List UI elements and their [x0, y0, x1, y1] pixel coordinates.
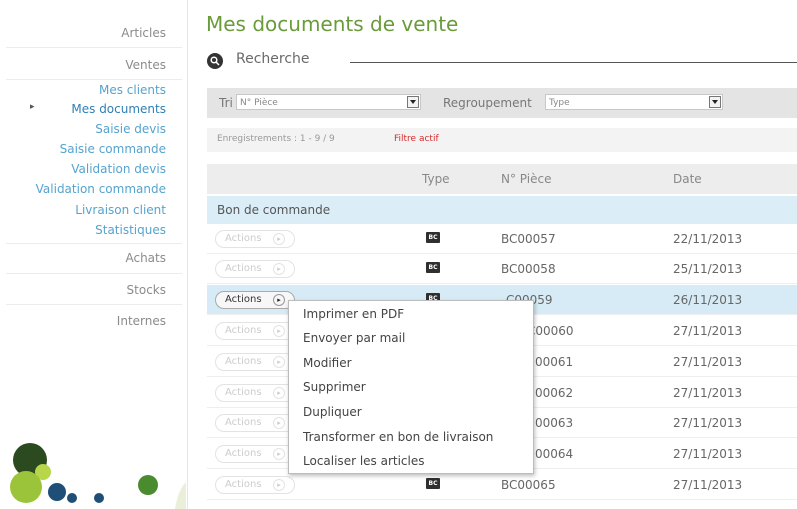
- regroupement-select-value: Type: [549, 98, 570, 108]
- sidebar-item-saisie-devis[interactable]: Saisie devis: [95, 122, 166, 136]
- search-toggle-label[interactable]: Recherche: [236, 51, 310, 67]
- cell-piece: 00061: [535, 355, 574, 369]
- chevron-right-icon: ▸: [273, 479, 285, 491]
- cell-date: 27/11/2013: [673, 386, 743, 400]
- cell-piece: 00064: [535, 447, 574, 461]
- tri-select-value: N° Pièce: [240, 98, 278, 108]
- cell-date: 27/11/2013: [673, 355, 743, 369]
- actions-label: Actions: [225, 294, 262, 305]
- sidebar-item-ventes[interactable]: Ventes: [125, 58, 166, 72]
- menu-item-dupliquer[interactable]: Dupliquer: [303, 405, 362, 419]
- column-header-type[interactable]: Type: [422, 172, 450, 186]
- menu-item-envoyer-mail[interactable]: Envoyer par mail: [303, 331, 405, 345]
- actions-label: Actions: [225, 356, 262, 367]
- actions-label: Actions: [225, 417, 262, 428]
- actions-label: Actions: [225, 387, 262, 398]
- chevron-right-icon: ▸: [273, 356, 285, 368]
- sidebar-item-validation-commande[interactable]: Validation commande: [36, 182, 166, 196]
- bc-type-icon: BC: [426, 262, 440, 273]
- tri-select[interactable]: N° Pièce: [236, 94, 421, 110]
- menu-item-supprimer[interactable]: Supprimer: [303, 380, 366, 394]
- table-row[interactable]: Actions ▸ BC BC00057 22/11/2013: [207, 224, 797, 254]
- menu-item-transformer-livraison[interactable]: Transformer en bon de livraison: [303, 430, 493, 444]
- bc-type-icon: BC: [426, 232, 440, 243]
- column-header-date[interactable]: Date: [673, 172, 702, 186]
- sidebar-item-saisie-commande[interactable]: Saisie commande: [60, 142, 166, 156]
- regroupement-select[interactable]: Type: [545, 94, 723, 110]
- table-row[interactable]: Actions ▸ BC BC00065 27/11/2013: [207, 470, 797, 500]
- cell-date: 27/11/2013: [673, 447, 743, 461]
- cell-piece: BC00058: [501, 262, 556, 276]
- actions-button[interactable]: Actions ▸: [215, 476, 295, 494]
- tri-label: Tri: [219, 96, 233, 110]
- search-divider: [350, 62, 797, 63]
- actions-button[interactable]: Actions ▸: [215, 260, 295, 278]
- cell-piece: BC00057: [501, 232, 556, 246]
- chevron-right-icon: ▸: [273, 387, 285, 399]
- chevron-right-icon: ▸: [273, 417, 285, 429]
- actions-button[interactable]: Actions ▸: [215, 414, 295, 432]
- sidebar-separator: [6, 304, 182, 305]
- cell-piece: 00063: [535, 416, 574, 430]
- actions-label: Actions: [225, 263, 262, 274]
- group-label: Bon de commande: [217, 203, 331, 217]
- cell-piece: 00062: [535, 386, 574, 400]
- actions-button[interactable]: Actions ▸: [215, 230, 295, 248]
- actions-button[interactable]: Actions ▸: [215, 353, 295, 371]
- menu-item-imprimer-pdf[interactable]: Imprimer en PDF: [303, 307, 404, 321]
- chevron-right-icon: ▸: [273, 448, 285, 460]
- sidebar: Articles Ventes Mes clients ▸ Mes docume…: [0, 0, 188, 509]
- sidebar-item-validation-devis[interactable]: Validation devis: [71, 162, 166, 176]
- actions-button[interactable]: Actions ▸: [215, 322, 295, 340]
- bc-type-icon: BC: [426, 478, 440, 489]
- page-title: Mes documents de vente: [206, 12, 459, 36]
- cell-date: 26/11/2013: [673, 293, 743, 307]
- chevron-right-icon: ▸: [273, 233, 285, 245]
- sidebar-item-statistiques[interactable]: Statistiques: [95, 223, 166, 237]
- sidebar-separator: [6, 79, 182, 80]
- active-bullet-icon: ▸: [30, 102, 35, 112]
- chevron-right-icon: ▸: [273, 294, 285, 306]
- sidebar-separator: [6, 273, 182, 274]
- cell-date: 27/11/2013: [673, 478, 743, 492]
- menu-item-localiser-articles[interactable]: Localiser les articles: [303, 454, 425, 468]
- cell-date: 27/11/2013: [673, 416, 743, 430]
- actions-button[interactable]: Actions ▸: [215, 445, 295, 463]
- chevron-right-icon: ▸: [273, 263, 285, 275]
- sidebar-item-livraison-client[interactable]: Livraison client: [75, 203, 166, 217]
- chevron-down-icon[interactable]: [407, 96, 419, 108]
- sidebar-divider: [187, 0, 188, 509]
- sidebar-separator: [6, 47, 182, 48]
- actions-button[interactable]: Actions ▸: [215, 384, 295, 402]
- cell-piece: BC00065: [501, 478, 556, 492]
- actions-context-menu: Imprimer en PDF Envoyer par mail Modifie…: [288, 300, 534, 474]
- sidebar-item-achats[interactable]: Achats: [125, 251, 166, 265]
- regroupement-label: Regroupement: [443, 96, 532, 110]
- search-icon[interactable]: [207, 53, 223, 69]
- sidebar-item-mes-clients[interactable]: Mes clients: [99, 83, 166, 97]
- column-header-piece[interactable]: N° Pièce: [501, 172, 551, 186]
- cell-date: 25/11/2013: [673, 262, 743, 276]
- actions-label: Actions: [225, 448, 262, 459]
- actions-label: Actions: [225, 479, 262, 490]
- table-row[interactable]: Actions ▸ BC BC00058 25/11/2013: [207, 254, 797, 284]
- filter-active-link[interactable]: Filtre actif: [394, 134, 439, 144]
- cell-date: 27/11/2013: [673, 324, 743, 338]
- chevron-right-icon: ▸: [273, 325, 285, 337]
- sidebar-item-internes[interactable]: Internes: [117, 314, 166, 328]
- brand-logo: [10, 443, 186, 509]
- sidebar-item-mes-documents[interactable]: Mes documents: [71, 102, 166, 116]
- records-count: Enregistrements : 1 - 9 / 9: [217, 134, 335, 144]
- cell-date: 22/11/2013: [673, 232, 743, 246]
- actions-label: Actions: [225, 233, 262, 244]
- sidebar-item-articles[interactable]: Articles: [121, 26, 166, 40]
- actions-label: Actions: [225, 325, 262, 336]
- chevron-down-icon[interactable]: [709, 96, 721, 108]
- sidebar-item-stocks[interactable]: Stocks: [127, 283, 166, 297]
- sidebar-separator: [6, 243, 182, 244]
- menu-item-modifier[interactable]: Modifier: [303, 356, 352, 370]
- actions-button-active[interactable]: Actions ▸: [215, 291, 295, 309]
